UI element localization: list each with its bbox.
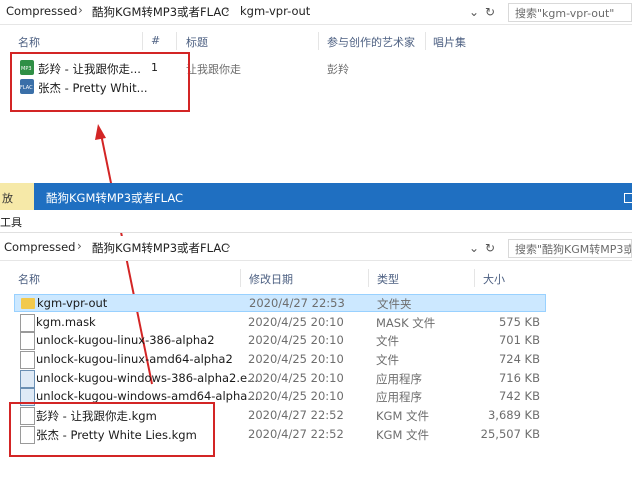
column-type[interactable]: 类型	[377, 271, 399, 287]
title-bar: 放 酷狗KGM转MP3或者FLAC	[0, 183, 632, 210]
table-row[interactable]: kgm-vpr-out 2020/4/27 22:53 文件夹	[14, 294, 546, 312]
window-title: 酷狗KGM转MP3或者FLAC	[46, 191, 184, 205]
table-row[interactable]: unlock-kugou-linux-amd64-alpha2 2020/4/2…	[14, 350, 546, 369]
maximize-icon[interactable]	[624, 193, 632, 203]
chevron-right-icon[interactable]: ›	[77, 239, 82, 253]
chevron-right-icon[interactable]: ›	[226, 239, 231, 253]
breadcrumb-item[interactable]: Compressed	[4, 240, 75, 254]
table-row[interactable]: kgm.mask 2020/4/25 20:10 MASK 文件 575 KB	[14, 313, 546, 332]
table-row[interactable]: unlock-kugou-windows-386-alpha2.e... 202…	[14, 369, 546, 388]
table-row[interactable]: unlock-kugou-linux-386-alpha2 2020/4/25 …	[14, 331, 546, 350]
annotation-box	[9, 402, 215, 457]
bottom-address-bar: Compressed › 酷狗KGM转MP3或者FLAC › ⌄ ↻ 搜索"酷狗…	[0, 236, 632, 261]
ribbon-bar: 工具	[0, 210, 632, 233]
column-size[interactable]: 大小	[483, 271, 505, 287]
refresh-icon[interactable]: ↻	[482, 240, 498, 256]
ribbon-tools-label[interactable]: 工具	[0, 214, 22, 230]
file-icon	[20, 332, 35, 350]
breadcrumb-item[interactable]: 酷狗KGM转MP3或者FLAC	[92, 240, 229, 256]
bottom-column-header: 名称 修改日期 类型 大小	[0, 267, 632, 289]
folder-icon	[21, 298, 35, 309]
application-icon	[20, 370, 35, 388]
column-date[interactable]: 修改日期	[249, 271, 293, 287]
chevron-down-icon[interactable]: ⌄	[466, 240, 482, 256]
column-name[interactable]: 名称	[18, 271, 40, 287]
file-icon	[20, 314, 35, 332]
search-input[interactable]: 搜索"酷狗KGM转MP3或者	[508, 239, 632, 258]
file-icon	[20, 351, 35, 369]
ribbon-tab[interactable]: 放	[0, 183, 34, 210]
